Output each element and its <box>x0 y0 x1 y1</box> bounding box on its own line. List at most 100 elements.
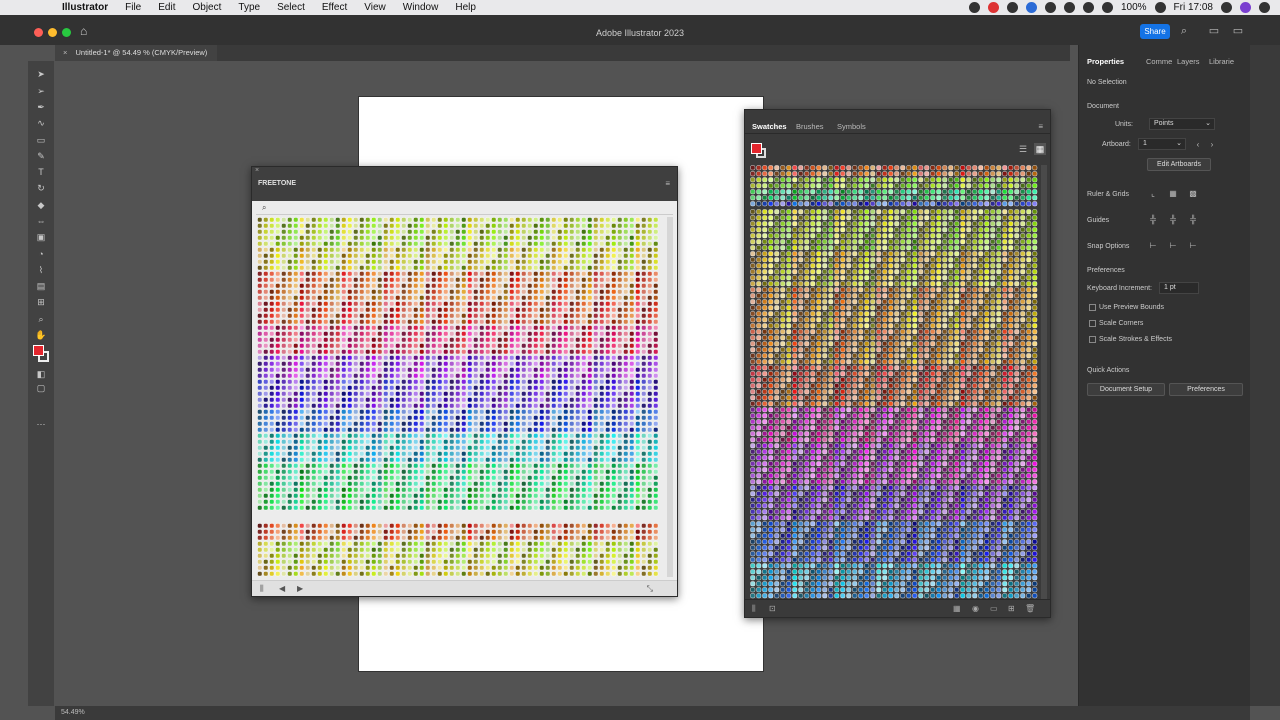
color-swatch[interactable] <box>449 553 455 559</box>
color-swatch[interactable] <box>311 373 317 379</box>
color-swatch[interactable] <box>449 283 455 289</box>
color-swatch[interactable] <box>311 535 317 541</box>
color-swatch[interactable] <box>449 427 455 433</box>
color-swatch[interactable] <box>575 397 581 403</box>
color-swatch[interactable] <box>605 301 611 307</box>
color-swatch[interactable] <box>413 223 419 229</box>
color-swatch[interactable] <box>449 289 455 295</box>
color-swatch[interactable] <box>299 307 305 313</box>
color-swatch[interactable] <box>347 493 353 499</box>
color-swatch[interactable] <box>353 571 359 577</box>
color-swatch[interactable] <box>353 529 359 535</box>
color-swatch[interactable] <box>353 289 359 295</box>
color-swatch[interactable] <box>359 421 365 427</box>
color-swatch[interactable] <box>377 283 383 289</box>
color-swatch[interactable] <box>383 325 389 331</box>
color-swatch[interactable] <box>888 239 894 245</box>
color-swatch[interactable] <box>335 277 341 283</box>
color-swatch[interactable] <box>509 289 515 295</box>
color-swatch[interactable] <box>617 529 623 535</box>
color-swatch[interactable] <box>647 523 653 529</box>
color-swatch[interactable] <box>323 319 329 325</box>
color-swatch[interactable] <box>365 355 371 361</box>
color-swatch[interactable] <box>443 469 449 475</box>
color-swatch[interactable] <box>1020 177 1026 183</box>
color-swatch[interactable] <box>617 493 623 499</box>
color-swatch[interactable] <box>473 427 479 433</box>
color-swatch[interactable] <box>599 505 605 511</box>
color-swatch[interactable] <box>587 241 593 247</box>
color-swatch[interactable] <box>497 343 503 349</box>
color-swatch[interactable] <box>635 307 641 313</box>
color-swatch[interactable] <box>996 287 1002 293</box>
color-swatch[interactable] <box>425 385 431 391</box>
color-swatch[interactable] <box>491 223 497 229</box>
color-swatch[interactable] <box>840 215 846 221</box>
color-swatch[interactable] <box>882 183 888 189</box>
color-swatch[interactable] <box>858 245 864 251</box>
color-swatch[interactable] <box>491 265 497 271</box>
color-swatch[interactable] <box>581 373 587 379</box>
color-swatch[interactable] <box>653 223 659 229</box>
color-swatch[interactable] <box>365 271 371 277</box>
color-swatch[interactable] <box>840 227 846 233</box>
color-swatch[interactable] <box>449 373 455 379</box>
color-swatch[interactable] <box>473 451 479 457</box>
color-swatch[interactable] <box>263 541 269 547</box>
color-swatch[interactable] <box>269 493 275 499</box>
color-swatch[interactable] <box>587 445 593 451</box>
color-swatch[interactable] <box>449 301 455 307</box>
color-swatch[interactable] <box>287 565 293 571</box>
color-swatch[interactable] <box>299 493 305 499</box>
color-swatch[interactable] <box>587 397 593 403</box>
color-swatch[interactable] <box>581 313 587 319</box>
color-swatch[interactable] <box>287 385 293 391</box>
color-swatch[interactable] <box>455 349 461 355</box>
color-swatch[interactable] <box>858 257 864 263</box>
color-swatch[interactable] <box>425 337 431 343</box>
color-swatch[interactable] <box>527 301 533 307</box>
color-swatch[interactable] <box>1002 221 1008 227</box>
color-swatch[interactable] <box>389 541 395 547</box>
color-swatch[interactable] <box>257 421 263 427</box>
color-swatch[interactable] <box>641 547 647 553</box>
color-swatch[interactable] <box>287 475 293 481</box>
color-swatch[interactable] <box>810 209 816 215</box>
color-swatch[interactable] <box>852 281 858 287</box>
color-swatch[interactable] <box>539 223 545 229</box>
color-swatch[interactable] <box>395 409 401 415</box>
color-swatch[interactable] <box>804 281 810 287</box>
color-swatch[interactable] <box>593 541 599 547</box>
color-swatch[interactable] <box>335 253 341 259</box>
color-swatch[interactable] <box>581 529 587 535</box>
color-swatch[interactable] <box>503 289 509 295</box>
color-swatch[interactable] <box>419 499 425 505</box>
color-swatch[interactable] <box>311 565 317 571</box>
color-swatch[interactable] <box>395 565 401 571</box>
color-swatch[interactable] <box>587 559 593 565</box>
color-swatch[interactable] <box>509 559 515 565</box>
color-swatch[interactable] <box>545 529 551 535</box>
color-swatch[interactable] <box>359 235 365 241</box>
color-swatch[interactable] <box>347 415 353 421</box>
color-swatch[interactable] <box>305 355 311 361</box>
color-swatch[interactable] <box>407 289 413 295</box>
color-swatch[interactable] <box>539 313 545 319</box>
color-swatch[interactable] <box>437 367 443 373</box>
color-swatch[interactable] <box>605 481 611 487</box>
color-swatch[interactable] <box>395 337 401 343</box>
color-swatch[interactable] <box>383 571 389 577</box>
color-swatch[interactable] <box>509 247 515 253</box>
color-swatch[interactable] <box>840 263 846 269</box>
color-swatch[interactable] <box>551 391 557 397</box>
color-swatch[interactable] <box>455 535 461 541</box>
color-swatch[interactable] <box>623 355 629 361</box>
color-swatch[interactable] <box>876 171 882 177</box>
color-swatch[interactable] <box>533 541 539 547</box>
color-swatch[interactable] <box>641 499 647 505</box>
color-swatch[interactable] <box>641 541 647 547</box>
color-swatch[interactable] <box>996 263 1002 269</box>
color-swatch[interactable] <box>269 445 275 451</box>
color-swatch[interactable] <box>641 397 647 403</box>
color-swatch[interactable] <box>533 571 539 577</box>
